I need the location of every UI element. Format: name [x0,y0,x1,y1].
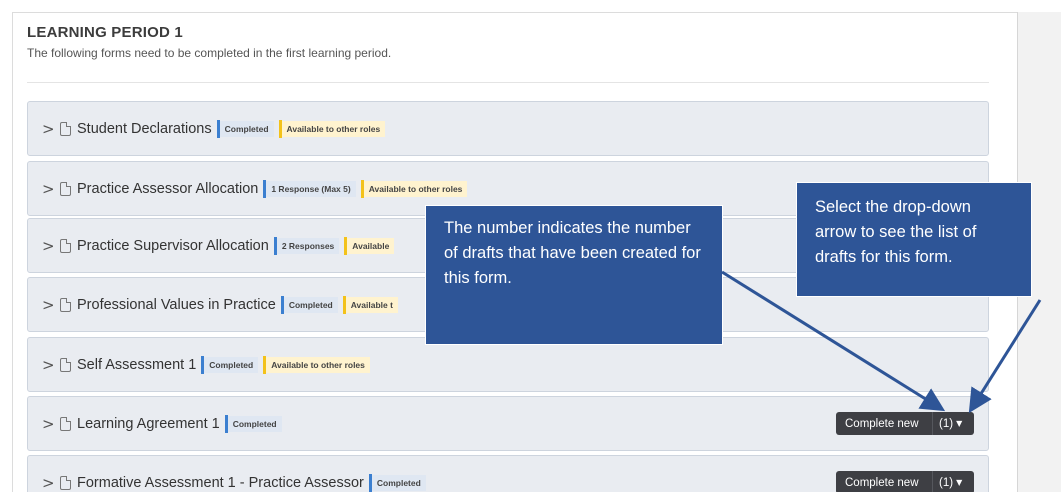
form-row-formative-assessment-1[interactable]: > Formative Assessment 1 - Practice Asse… [27,455,989,492]
document-icon [60,416,71,431]
response-badge: 2 Responses [276,237,340,254]
form-name: Professional Values in Practice [77,296,276,313]
dropdown-callout: Select the drop-down arrow to see the li… [796,182,1032,297]
document-icon [60,121,71,136]
form-name: Formative Assessment 1 - Practice Assess… [77,474,364,491]
chevron-right-icon[interactable]: > [42,474,60,492]
complete-new-button[interactable]: Complete new (1) ▼ [836,471,974,492]
form-name: Self Assessment 1 [77,356,197,373]
status-badge: Completed [227,415,282,432]
chevron-right-icon[interactable]: > [42,415,60,433]
complete-new-button[interactable]: Complete new (1) ▼ [836,412,974,435]
complete-new-label[interactable]: Complete new [836,477,932,489]
document-icon [60,297,71,312]
availability-badge: Available [347,237,395,254]
document-icon [60,238,71,253]
draft-count[interactable]: (1) [933,418,953,430]
section-title: LEARNING PERIOD 1 [27,24,183,41]
document-icon [60,181,71,196]
status-badge: Completed [204,356,259,373]
drafts-count-callout: The number indicates the number of draft… [425,205,723,345]
availability-badge: Available to other roles [363,180,468,197]
availability-badge: Available t [345,296,398,313]
form-name: Student Declarations [77,120,212,137]
status-badge: Completed [371,474,426,491]
chevron-right-icon[interactable]: > [42,120,60,138]
form-row-learning-agreement-1[interactable]: > Learning Agreement 1 Completed Complet… [27,396,989,451]
status-badge: Completed [283,296,338,313]
form-row-student-declarations[interactable]: > Student Declarations Completed Availab… [27,101,989,156]
chevron-right-icon[interactable]: > [42,356,60,374]
section-description: The following forms need to be completed… [27,46,392,60]
status-badge: Completed [219,120,274,137]
form-name: Practice Assessor Allocation [77,180,259,197]
caret-down-icon[interactable]: ▼ [956,419,962,428]
response-badge: 1 Response (Max 5) [266,180,356,197]
availability-badge: Available to other roles [266,356,370,373]
document-icon [60,357,71,372]
form-row-self-assessment-1[interactable]: > Self Assessment 1 Completed Available … [27,337,989,392]
chevron-right-icon[interactable]: > [42,296,60,314]
section-divider [27,82,989,83]
chevron-right-icon[interactable]: > [42,180,60,198]
document-icon [60,475,71,490]
form-name: Practice Supervisor Allocation [77,237,269,254]
chevron-right-icon[interactable]: > [42,237,60,255]
caret-down-icon[interactable]: ▼ [956,478,962,487]
draft-count[interactable]: (1) [933,477,953,489]
availability-badge: Available to other roles [281,120,386,137]
complete-new-label[interactable]: Complete new [836,418,932,430]
screenshot-frame: LEARNING PERIOD 1 The following forms ne… [0,0,1061,492]
form-name: Learning Agreement 1 [77,415,220,432]
